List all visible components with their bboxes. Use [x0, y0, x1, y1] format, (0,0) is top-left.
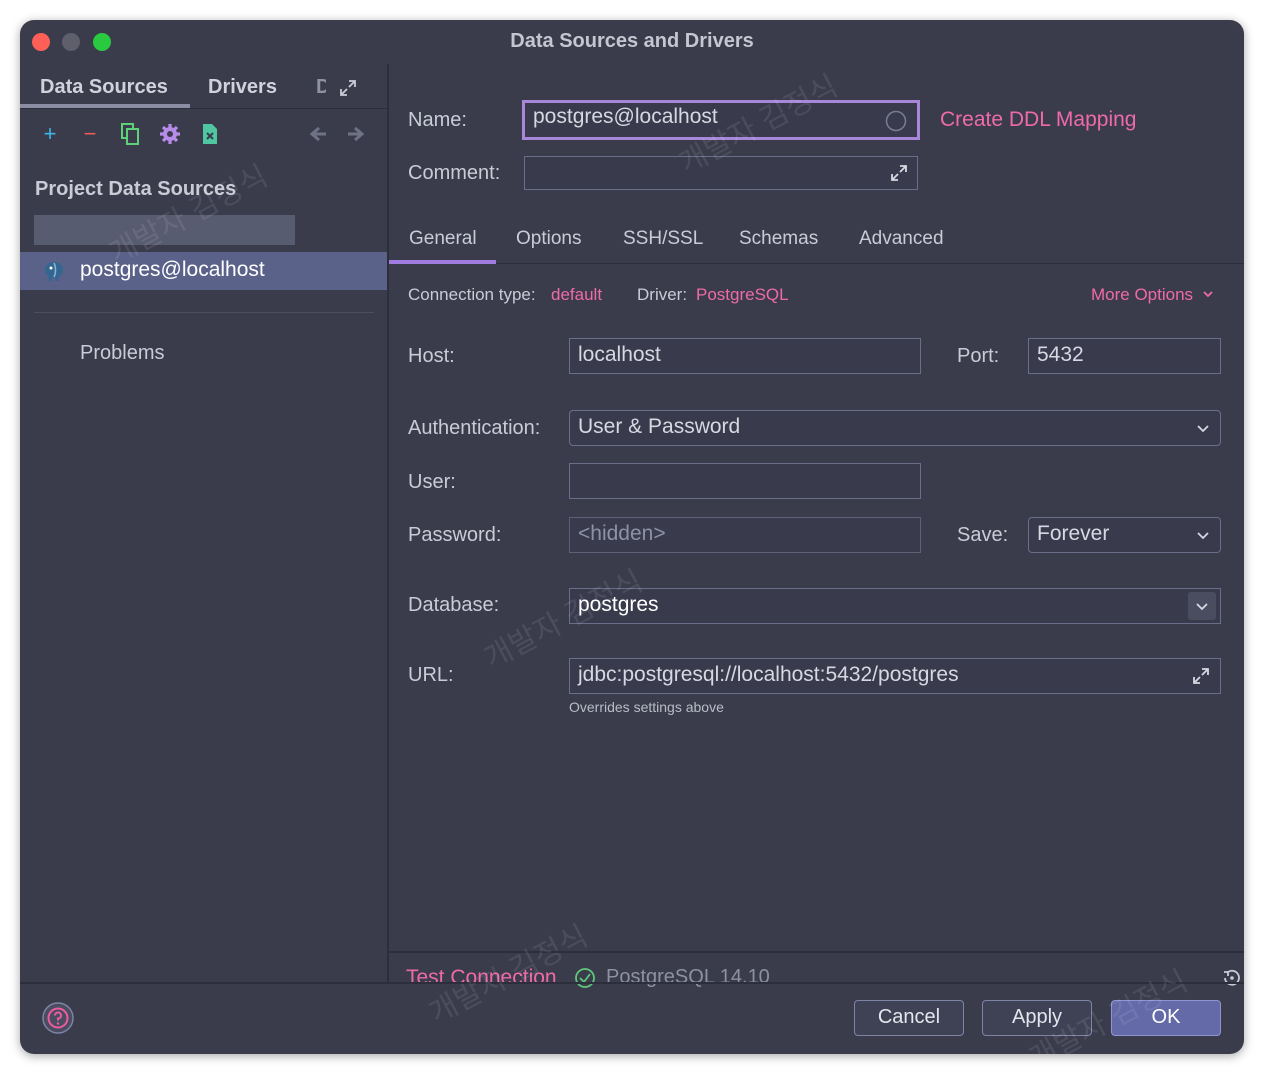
expand-icon[interactable] — [1191, 666, 1211, 686]
password-input[interactable]: <hidden> — [569, 517, 921, 553]
tab-data-sources[interactable]: Data Sources — [40, 76, 168, 99]
host-input[interactable]: localhost — [569, 338, 921, 374]
tab-drivers[interactable]: Drivers — [208, 76, 277, 99]
url-input[interactable]: jdbc:postgresql://localhost:5432/postgre… — [569, 658, 1221, 694]
user-input[interactable] — [569, 463, 921, 499]
chevron-down-icon — [1197, 425, 1209, 433]
test-result-text: PostgreSQL 14.10 — [606, 966, 770, 988]
url-hint: Overrides settings above — [569, 699, 724, 715]
authentication-select[interactable]: User & Password — [569, 410, 1221, 446]
datasource-label: postgres@localhost — [80, 258, 265, 281]
duplicate-icon[interactable] — [118, 122, 142, 146]
footer-separator — [389, 951, 1244, 953]
problems-item[interactable]: Problems — [80, 342, 164, 365]
chevron-down-icon — [1197, 532, 1209, 540]
database-label: Database: — [408, 594, 500, 616]
dropdown-button[interactable] — [1188, 592, 1216, 620]
left-panel: Data Sources Drivers D + − Project Data … — [20, 64, 387, 982]
save-value: Forever — [1037, 522, 1110, 545]
tab-truncated[interactable]: D — [316, 76, 326, 99]
tab-general[interactable]: General — [409, 228, 477, 250]
bottom-separator — [20, 982, 1244, 984]
title-bar: Data Sources and Drivers — [20, 20, 1244, 64]
datasource-item-postgres[interactable]: postgres@localhost — [20, 252, 387, 290]
forward-arrow-icon[interactable] — [344, 122, 368, 146]
chevron-down-icon — [1196, 603, 1208, 611]
authentication-value: User & Password — [578, 415, 741, 438]
add-icon[interactable]: + — [38, 122, 62, 146]
expand-icon[interactable] — [889, 163, 909, 183]
password-label: Password: — [408, 524, 502, 546]
comment-input[interactable] — [524, 156, 918, 190]
tab-ssh-ssl[interactable]: SSH/SSL — [623, 228, 703, 250]
divider — [34, 312, 374, 313]
name-label: Name: — [408, 109, 467, 131]
right-panel: Name: postgres@localhost Create DDL Mapp… — [389, 64, 1244, 989]
apply-button[interactable]: Apply — [982, 1000, 1092, 1036]
settings-icon[interactable] — [158, 122, 182, 146]
help-icon[interactable] — [42, 1002, 74, 1034]
tab-options[interactable]: Options — [516, 228, 581, 250]
check-circle-icon — [575, 968, 595, 988]
driver-link[interactable]: PostgreSQL — [696, 285, 789, 305]
connection-type-link[interactable]: default — [551, 285, 602, 305]
database-value: postgres — [578, 593, 659, 616]
postgresql-elephant-icon — [45, 262, 63, 281]
expand-icon[interactable] — [338, 78, 358, 98]
active-tab-indicator — [389, 260, 496, 264]
project-data-sources-heading: Project Data Sources — [35, 178, 237, 200]
save-label: Save: — [957, 524, 1009, 546]
tab-advanced[interactable]: Advanced — [859, 228, 944, 250]
comment-label: Comment: — [408, 162, 501, 184]
tab-schemas[interactable]: Schemas — [739, 228, 818, 250]
more-options-link[interactable]: More Options — [1091, 285, 1214, 305]
remove-icon[interactable]: − — [78, 122, 102, 146]
more-options-label: More Options — [1091, 285, 1194, 304]
tab-separator — [389, 263, 1244, 264]
authentication-label: Authentication: — [408, 417, 541, 439]
export-ddl-icon[interactable] — [198, 122, 222, 146]
chevron-down-icon — [1203, 291, 1213, 298]
dialog-window: Data Sources and Drivers Data Sources Dr… — [20, 20, 1244, 1054]
name-input[interactable]: postgres@localhost — [522, 100, 920, 140]
url-label: URL: — [408, 664, 454, 686]
circle-icon[interactable] — [885, 110, 907, 132]
port-input[interactable]: 5432 — [1028, 338, 1221, 374]
connection-type-label: Connection type: — [408, 285, 536, 304]
test-connection-link[interactable]: Test Connection — [406, 966, 557, 990]
user-label: User: — [408, 471, 456, 493]
back-arrow-icon[interactable] — [306, 122, 330, 146]
cancel-button[interactable]: Cancel — [854, 1000, 964, 1036]
ok-button[interactable]: OK — [1111, 1000, 1221, 1036]
driver-label: Driver: — [637, 285, 688, 304]
name-input-value: postgres@localhost — [533, 105, 718, 128]
restore-icon[interactable] — [1221, 967, 1243, 989]
host-label: Host: — [408, 345, 455, 367]
port-label: Port: — [957, 345, 1000, 367]
create-ddl-mapping-link[interactable]: Create DDL Mapping — [940, 108, 1137, 132]
tab-separator — [20, 108, 387, 109]
save-select[interactable]: Forever — [1028, 517, 1221, 553]
placeholder-row — [34, 215, 295, 245]
url-value: jdbc:postgresql://localhost:5432/postgre… — [578, 663, 959, 686]
window-title: Data Sources and Drivers — [510, 30, 754, 52]
database-select[interactable]: postgres — [569, 588, 1221, 624]
